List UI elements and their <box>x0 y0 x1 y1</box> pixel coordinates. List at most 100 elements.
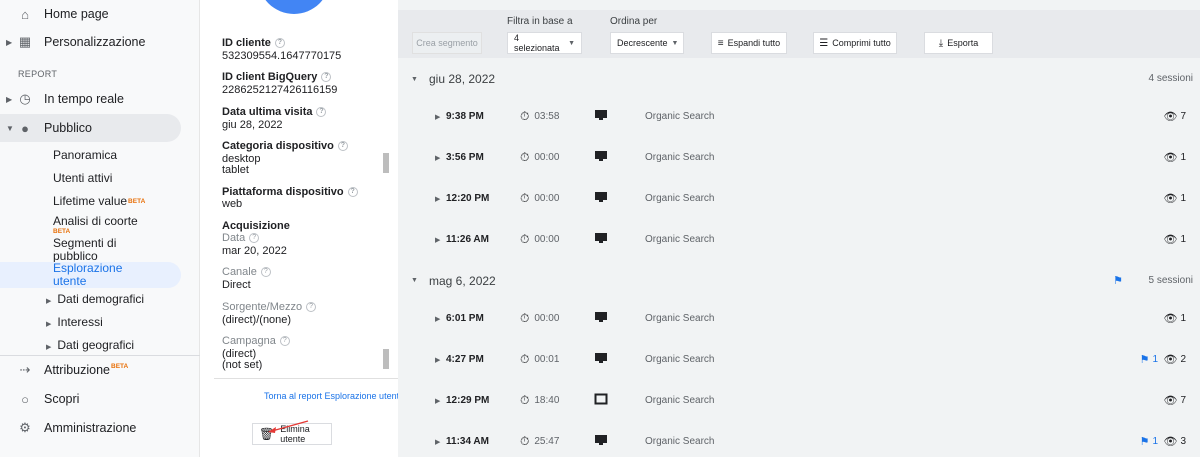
scrollbar-thumb[interactable] <box>383 349 389 369</box>
help-icon[interactable]: ? <box>249 233 260 244</box>
session-source: Organic Search <box>645 152 715 163</box>
categoria-value-2: tablet <box>222 164 249 176</box>
session-row[interactable]: ▶ 12:20 PM ⏱ 00:00 Organic Search 👁 1 <box>398 178 1200 219</box>
filtra-label: Filtra in base a <box>507 16 573 27</box>
timer-icon: ⏱ <box>520 191 530 205</box>
nav-attribuzione-label: AttribuzioneBETA <box>44 363 128 377</box>
sub-esplorazione-utente[interactable]: Esplorazione utente <box>53 262 122 288</box>
session-duration: ⏱ 18:40 <box>520 393 559 408</box>
sub-coorte[interactable]: Analisi di coorte BETA <box>53 215 138 236</box>
session-row[interactable]: ▶ 12:29 PM ⏱ 18:40 Organic Search 👁 7 <box>398 380 1200 421</box>
session-time: 4:27 PM <box>446 354 484 365</box>
session-source: Organic Search <box>645 193 715 204</box>
chevron-right-icon: ▶ <box>46 344 52 351</box>
session-row[interactable]: ▶ 4:27 PM ⏱ 00:01 Organic Search ⚑ 1 👁 2 <box>398 339 1200 380</box>
eye-icon: 👁 <box>1163 313 1178 325</box>
views-value: 1 <box>1180 152 1186 163</box>
avatar <box>258 0 330 14</box>
sub-utenti-attivi[interactable]: Utenti attivi <box>53 172 112 185</box>
session-row[interactable]: ▶ 3:56 PM ⏱ 00:00 Organic Search 👁 1 <box>398 137 1200 178</box>
chevron-right-icon: ▶ <box>6 37 13 47</box>
attribuzione-text: Attribuzione <box>44 363 111 377</box>
esporta-label: Esporta <box>947 38 979 48</box>
chevron-down-icon: ▼ <box>411 277 418 284</box>
section-report: REPORT <box>18 69 58 79</box>
sub-dati-geografici[interactable]: ▶ Dati geografici <box>46 339 134 354</box>
beta-badge: BETA <box>111 363 129 370</box>
desktop-icon <box>594 434 608 449</box>
session-duration: ⏱ 00:00 <box>520 311 559 326</box>
nav-realtime-label: In tempo reale <box>44 92 124 106</box>
timer-icon: ⏱ <box>520 150 530 164</box>
chevron-right-icon: ▶ <box>435 195 441 203</box>
flag-icon: ⚑ <box>1139 354 1150 366</box>
chevron-down-icon: ▼ <box>6 123 14 133</box>
scrollbar-thumb[interactable] <box>383 153 389 173</box>
sub-panoramica[interactable]: Panoramica <box>53 149 117 162</box>
attribution-icon: ⇢ <box>19 362 31 377</box>
session-duration: ⏱ 00:00 <box>520 232 559 247</box>
help-icon[interactable]: ? <box>279 336 290 347</box>
clock-icon: ◷ <box>19 91 31 106</box>
sub-dati-demografici[interactable]: ▶ Dati demografici <box>46 293 144 308</box>
session-time: 6:01 PM <box>446 313 484 324</box>
group-date: giu 28, 2022 <box>429 72 496 86</box>
tablet-icon <box>594 393 608 408</box>
session-group[interactable]: ▼ giu 28, 2022 4 sessioni <box>398 60 1200 100</box>
help-icon[interactable]: ? <box>347 187 358 198</box>
help-icon[interactable]: ? <box>321 72 332 83</box>
campagna-value-2: (not set) <box>222 359 263 371</box>
lightbulb-icon: ○ <box>21 391 29 407</box>
session-row[interactable]: ▶ 11:34 AM ⏱ 25:47 Organic Search ⚑ 1 👁 3 <box>398 421 1200 462</box>
session-source: Organic Search <box>645 234 715 245</box>
sub-segmenti[interactable]: Segmenti di pubblico <box>53 237 116 263</box>
eye-icon: 👁 <box>1163 395 1178 407</box>
views-value: 1 <box>1180 313 1186 324</box>
torna-link[interactable]: Torna al report Esplorazione utente <box>264 391 404 401</box>
session-flags: ⚑ 1 <box>1140 435 1158 448</box>
duration-value: 00:01 <box>534 354 560 365</box>
timer-icon: ⏱ <box>520 434 530 448</box>
chevron-right-icon: ▶ <box>435 397 441 405</box>
session-row[interactable]: ▶ 6:01 PM ⏱ 00:00 Organic Search 👁 1 <box>398 298 1200 339</box>
chevron-right-icon: ▶ <box>435 154 441 162</box>
esporta-button[interactable]: ⤓ Esporta <box>924 32 993 54</box>
red-arrow-annotation <box>268 420 309 433</box>
ordina-value: Decrescente <box>617 38 668 48</box>
help-icon[interactable]: ? <box>260 267 271 278</box>
comprimi-tutto-button[interactable]: ☰ Comprimi tutto <box>813 32 897 54</box>
session-time: 12:20 PM <box>446 193 490 204</box>
session-views: 👁 2 <box>1163 353 1186 366</box>
eye-icon: 👁 <box>1163 193 1178 205</box>
sub-lifetime-value[interactable]: Lifetime valueBETA <box>53 195 145 208</box>
session-list-area: Crea segmento Filtra in base a 4 selezio… <box>398 0 1200 457</box>
duration-value: 18:40 <box>534 395 560 406</box>
timer-icon: ⏱ <box>520 311 530 325</box>
duration-value: 00:00 <box>534 152 560 163</box>
session-row[interactable]: ▶ 9:38 PM ⏱ 03:58 Organic Search 👁 7 <box>398 96 1200 137</box>
ordina-dropdown[interactable]: Decrescente ▼ <box>610 32 684 54</box>
eye-icon: 👁 <box>1163 111 1178 123</box>
ultima-visita-label: Data ultima visita? <box>222 106 327 118</box>
nav-pubblico[interactable]: ▼ ● Pubblico <box>0 114 181 142</box>
session-group[interactable]: ▼ mag 6, 2022 ⚑ 5 sessioni <box>398 261 1200 301</box>
crea-segmento-button[interactable]: Crea segmento <box>412 32 482 54</box>
session-duration: ⏱ 00:00 <box>520 150 559 165</box>
help-icon[interactable]: ? <box>337 141 348 152</box>
session-source: Organic Search <box>645 354 715 365</box>
espandi-tutto-button[interactable]: ≡ Espandi tutto <box>711 32 787 54</box>
filtra-dropdown[interactable]: 4 selezionata ▼ <box>507 32 582 54</box>
help-icon[interactable]: ? <box>274 38 285 49</box>
nav-personalizzazione-label: Personalizzazione <box>44 35 146 49</box>
sub-interessi[interactable]: ▶ Interessi <box>46 316 103 331</box>
timer-icon: ⏱ <box>520 393 530 407</box>
sub-demografici-label: Dati demografici <box>57 292 145 306</box>
group-date: mag 6, 2022 <box>429 274 496 288</box>
filtra-value: 4 selezionata <box>514 33 560 53</box>
acquisizione-heading: Acquisizione <box>222 220 290 232</box>
duration-value: 03:58 <box>534 111 560 122</box>
session-row[interactable]: ▶ 11:26 AM ⏱ 00:00 Organic Search 👁 1 <box>398 219 1200 260</box>
nav-amministrazione-label: Amministrazione <box>44 421 137 435</box>
help-icon[interactable]: ? <box>306 302 317 313</box>
help-icon[interactable]: ? <box>316 107 327 118</box>
